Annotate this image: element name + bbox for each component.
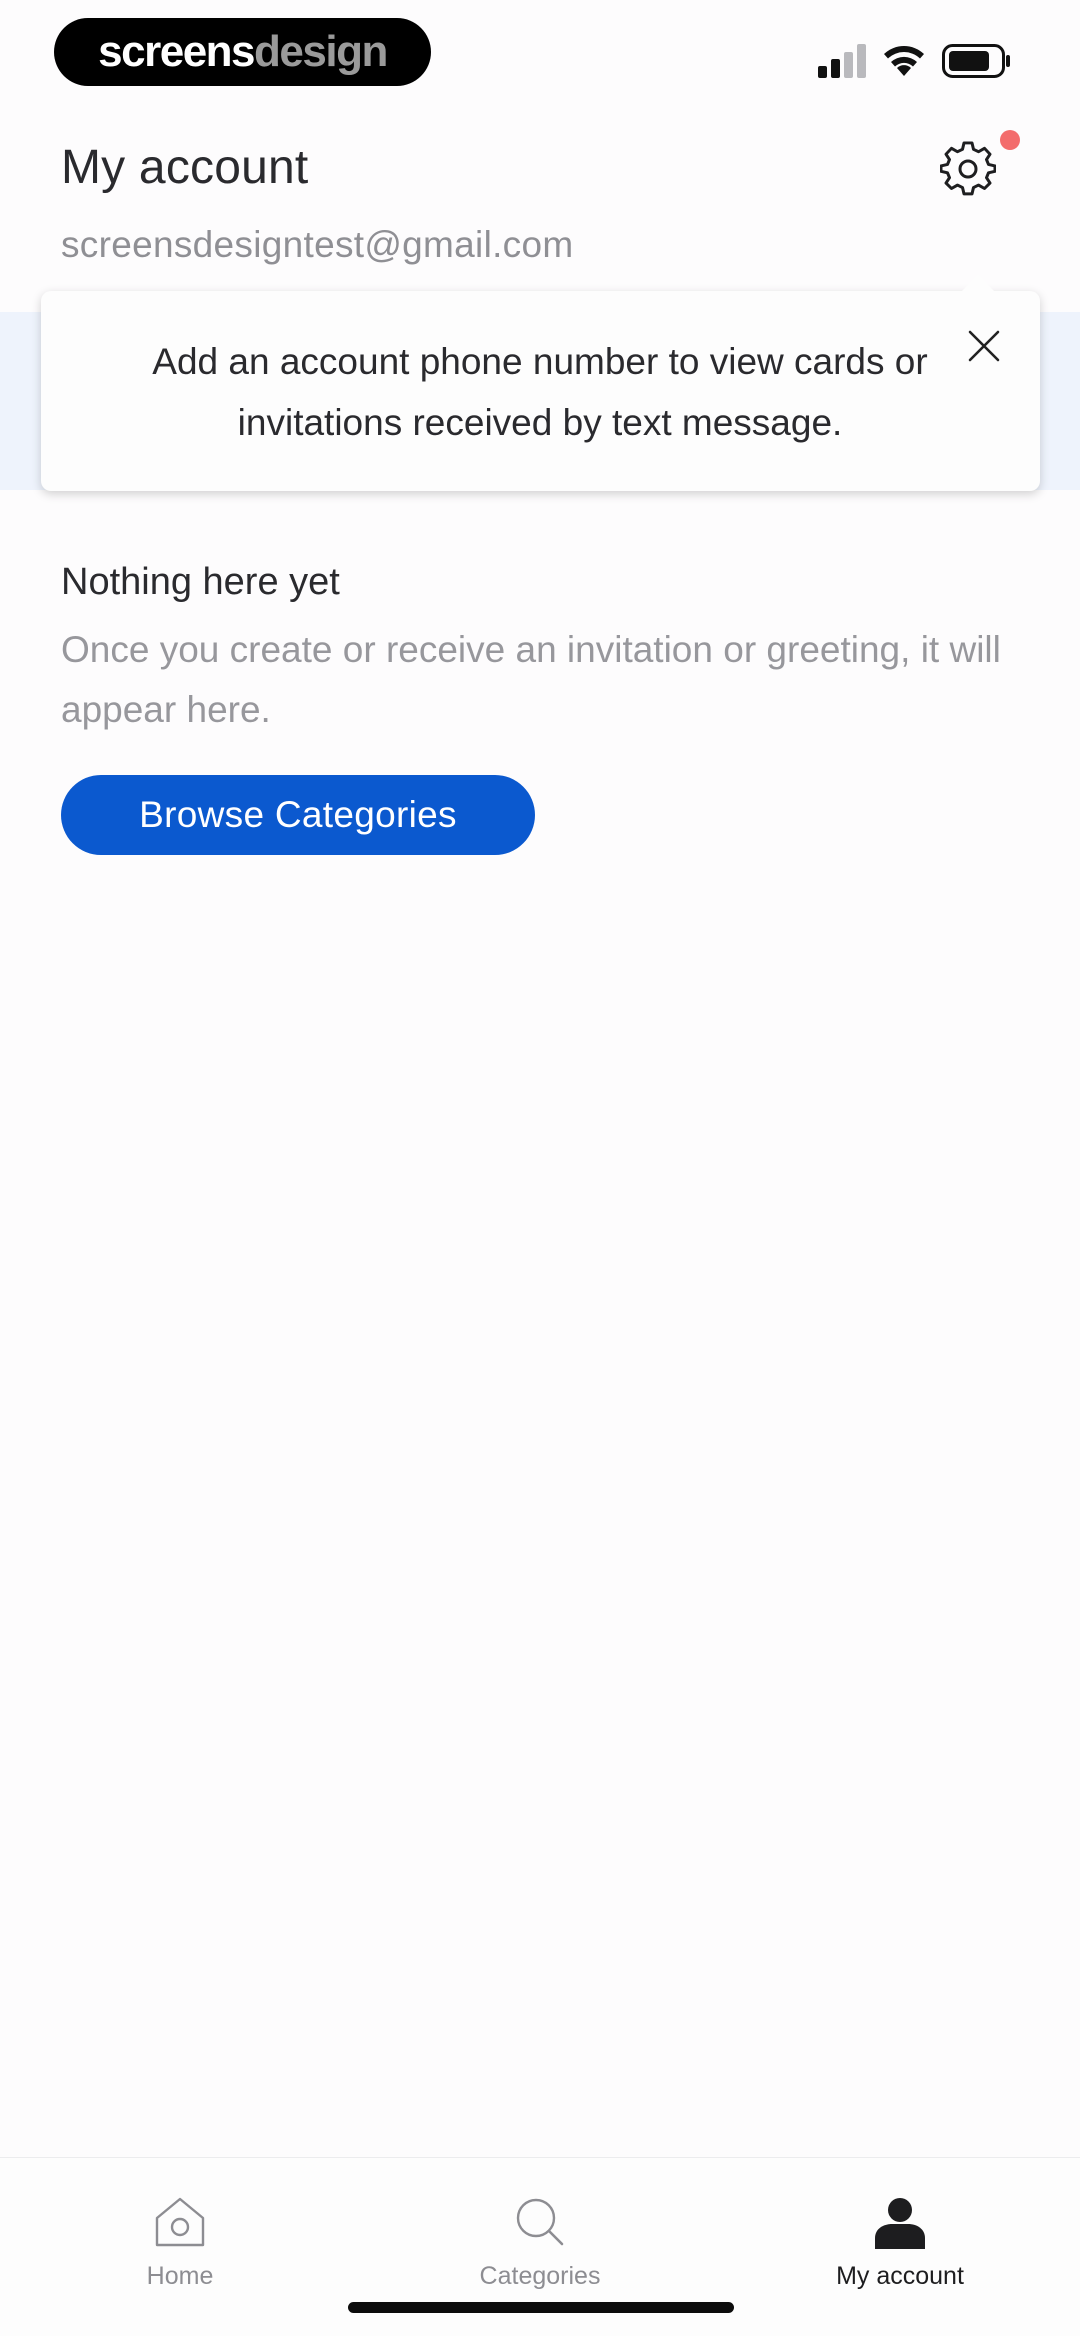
search-icon (516, 2198, 564, 2246)
account-email: screensdesigntest@gmail.com (61, 224, 574, 265)
brand-logo-part2: design (254, 27, 388, 76)
home-indicator (348, 2302, 734, 2313)
tab-my-account[interactable]: My account (780, 2188, 1020, 2298)
tab-categories-label: Categories (479, 2262, 601, 2290)
wifi-icon (884, 46, 924, 76)
tooltip-message: Add an account phone number to view card… (152, 341, 928, 443)
tab-my-account-label: My account (836, 2262, 964, 2290)
battery-icon (942, 44, 1010, 78)
brand-logo: screens design (54, 18, 431, 86)
tab-home[interactable]: Home (60, 2188, 300, 2298)
tab-categories[interactable]: Categories (420, 2188, 660, 2298)
tooltip-arrow (961, 275, 995, 292)
close-icon[interactable] (966, 328, 1002, 364)
home-icon (155, 2197, 205, 2247)
page-title: My account (61, 141, 309, 194)
empty-state-title: Nothing here yet (61, 561, 340, 603)
browse-categories-button[interactable]: Browse Categories (61, 775, 535, 855)
empty-state-description: Once you create or receive an invitation… (61, 629, 1001, 730)
brand-logo-part1: screens (98, 27, 255, 76)
cellular-signal-icon (818, 44, 866, 78)
tab-home-label: Home (146, 2262, 214, 2290)
notification-dot (1000, 130, 1020, 150)
gear-icon[interactable] (940, 141, 996, 197)
person-icon (875, 2198, 925, 2249)
